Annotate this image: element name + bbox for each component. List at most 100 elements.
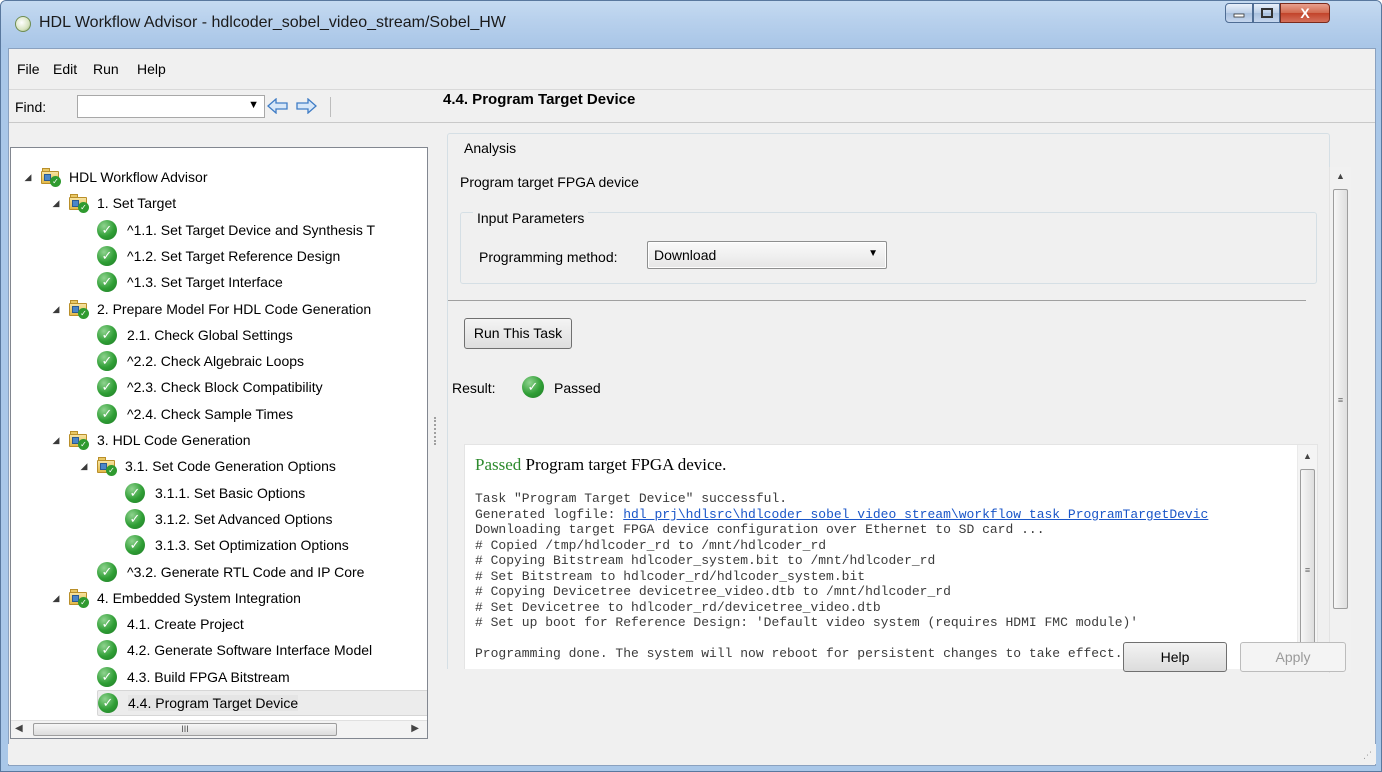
check-icon: ✓ (97, 404, 117, 424)
chevron-down-icon[interactable]: ▼ (248, 99, 259, 111)
expand-collapse-icon[interactable]: ◢ (49, 304, 63, 315)
passed-check-icon: ✓ (522, 376, 544, 398)
tree-item[interactable]: ✓ 3.1.2. Set Advanced Options (125, 506, 332, 532)
tree-item[interactable]: ✓ ^2.3. Check Block Compatibility (97, 374, 323, 400)
menu-help[interactable]: Help (135, 61, 168, 77)
expand-collapse-icon[interactable]: ◢ (77, 461, 91, 472)
separator (448, 300, 1306, 301)
title-bar[interactable]: HDL Workflow Advisor - hdlcoder_sobel_vi… (1, 1, 1381, 47)
tree-item[interactable]: ✓ 4.2. Generate Software Interface Model (97, 637, 372, 663)
tree-item[interactable]: ✓ ^2.4. Check Sample Times (97, 401, 293, 427)
status-bar: ⋰ (8, 744, 1376, 764)
tree-item-label: 4. Embedded System Integration (97, 590, 301, 606)
tree-item[interactable]: ✓ 4.4. Program Target Device (97, 690, 427, 716)
application-window: HDL Workflow Advisor - hdlcoder_sobel_vi… (0, 0, 1382, 772)
tree-item[interactable]: ✓ ^2.2. Check Algebraic Loops (97, 348, 304, 374)
tree-horizontal-scrollbar[interactable]: ◀ III ▶ (11, 720, 427, 738)
programming-method-select[interactable]: Download ▼ (647, 241, 887, 269)
check-icon: ✓ (125, 509, 145, 529)
check-icon: ✓ (97, 562, 117, 582)
scroll-up-icon[interactable]: ▲ (1336, 171, 1345, 181)
tree-item-label: 4.2. Generate Software Interface Model (127, 642, 373, 658)
find-previous-button[interactable] (267, 95, 289, 117)
menu-file[interactable]: File (15, 61, 42, 77)
tree-item[interactable]: ◢ ✓ 2. Prepare Model For HDL Code Generati… (49, 296, 371, 322)
log-line-text: # Set Devicetree to hdlcoder_rd/devicetr… (475, 600, 881, 615)
check-icon: ✓ (97, 667, 117, 687)
log-line-text: # Copying Devicetree devicetree_video.dt… (475, 584, 951, 599)
logfile-link[interactable]: hdl_prj\hdlsrc\hdlcoder_sobel_video_stre… (623, 507, 1208, 522)
maximize-button[interactable] (1253, 3, 1280, 23)
scroll-left-icon[interactable]: ◀ (15, 723, 23, 734)
input-parameters-group: Input Parameters Programming method: Dow… (460, 210, 1317, 284)
find-input[interactable] (78, 96, 238, 117)
log-vertical-scrollbar[interactable]: ▲ ≡ ▼ (1297, 445, 1317, 669)
tree-item[interactable]: ✓ ^1.2. Set Target Reference Design (97, 243, 340, 269)
menu-bar: File Edit Run Help (9, 49, 1375, 90)
folder-check-icon: ✓ (69, 300, 89, 319)
tree-item-label: ^2.2. Check Algebraic Loops (127, 353, 305, 369)
tree-item-label: ^2.4. Check Sample Times (127, 406, 294, 422)
menu-run[interactable]: Run (91, 61, 121, 77)
log-line-text: # Set Bitstream to hdlcoder_rd/hdlcoder_… (475, 569, 866, 584)
tree-item[interactable]: ◢ ✓ HDL Workflow Advisor (21, 164, 207, 190)
tree-item[interactable]: ◢ ✓ 4. Embedded System Integration (49, 585, 301, 611)
tree-item[interactable]: ◢ ✓ 1. Set Target (49, 190, 176, 216)
check-icon: ✓ (125, 483, 145, 503)
detail-vertical-scrollbar[interactable]: ▲ ≡ ▼ (1329, 167, 1351, 673)
maximize-icon (1260, 7, 1273, 18)
log-line-text: # Copying Bitstream hdlcoder_system.bit … (475, 553, 936, 568)
analysis-description: Program target FPGA device (460, 174, 639, 190)
apply-button[interactable]: Apply (1240, 642, 1346, 672)
tree-item[interactable]: ✓ ^1.1. Set Target Device and Synthesis T (97, 217, 375, 243)
tree-item-label: 4.3. Build FPGA Bitstream (127, 669, 290, 685)
expand-collapse-icon[interactable]: ◢ (49, 198, 63, 209)
result-status: Passed (554, 380, 601, 396)
folder-check-icon: ✓ (97, 457, 117, 476)
help-button[interactable]: Help (1123, 642, 1227, 672)
menu-edit[interactable]: Edit (51, 61, 79, 77)
scroll-thumb[interactable]: III (33, 723, 337, 736)
expand-collapse-icon[interactable]: ◢ (49, 593, 63, 604)
tree-item[interactable]: ✓ ^3.2. Generate RTL Code and IP Core (97, 559, 364, 585)
result-log[interactable]: Passed Program target FPGA device. Task … (464, 444, 1318, 669)
log-line: # Copying Devicetree devicetree_video.dt… (475, 584, 951, 599)
close-icon: X (1300, 5, 1310, 21)
run-this-task-button[interactable]: Run This Task (464, 318, 572, 349)
tree-item[interactable]: ✓ 4.3. Build FPGA Bitstream (97, 664, 290, 690)
scroll-right-icon[interactable]: ▶ (411, 723, 419, 734)
scroll-up-icon[interactable]: ▲ (1303, 451, 1312, 461)
resize-grip-icon[interactable]: ⋰ (1363, 750, 1372, 761)
task-tree[interactable]: ◢ ✓ HDL Workflow Advisor ◢ ✓ 1. Set Target ✓ ^1… (10, 147, 428, 739)
tree-item-label: 4.4. Program Target Device (128, 695, 299, 711)
app-icon (15, 16, 31, 32)
log-line: # Copied /tmp/hdlcoder_rd to /mnt/hdlcod… (475, 538, 826, 553)
tree-item-label: ^1.3. Set Target Interface (127, 274, 283, 290)
tree-item[interactable]: ◢ ✓ 3. HDL Code Generation (49, 427, 251, 453)
scroll-thumb[interactable]: ≡ (1300, 469, 1315, 669)
check-icon: ✓ (97, 614, 117, 634)
expand-collapse-icon[interactable]: ◢ (49, 435, 63, 446)
tree-item-label: 1. Set Target (97, 195, 177, 211)
tree-item-label: 3.1.3. Set Optimization Options (155, 537, 349, 553)
find-combobox[interactable]: ▼ (77, 95, 265, 118)
minimize-button[interactable] (1225, 3, 1253, 23)
tree-item[interactable]: ✓ 4.1. Create Project (97, 611, 244, 637)
tree-item[interactable]: ✓ 3.1.3. Set Optimization Options (125, 532, 349, 558)
log-line: Generated logfile: hdl_prj\hdlsrc\hdlcod… (475, 507, 1208, 522)
check-icon: ✓ (125, 535, 145, 555)
tree-item-label: HDL Workflow Advisor (69, 169, 208, 185)
tree-item[interactable]: ◢ ✓ 3.1. Set Code Generation Options (77, 453, 336, 479)
scroll-thumb[interactable]: ≡ (1333, 189, 1348, 609)
tree-item[interactable]: ✓ 2.1. Check Global Settings (97, 322, 293, 348)
tree-item[interactable]: ✓ ^1.3. Set Target Interface (97, 269, 283, 295)
analysis-legend: Analysis (460, 140, 521, 156)
tree-item[interactable]: ✓ 3.1.1. Set Basic Options (125, 480, 305, 506)
tree-item-label: 2. Prepare Model For HDL Code Generation (97, 301, 372, 317)
expand-collapse-icon[interactable]: ◢ (21, 172, 35, 183)
tree-item-label: 3.1. Set Code Generation Options (125, 458, 336, 474)
splitter-grip[interactable] (434, 417, 436, 445)
log-line-text: # Set up boot for Reference Design: 'Def… (475, 615, 1139, 630)
close-button[interactable]: X (1280, 3, 1330, 23)
find-next-button[interactable] (295, 95, 317, 117)
